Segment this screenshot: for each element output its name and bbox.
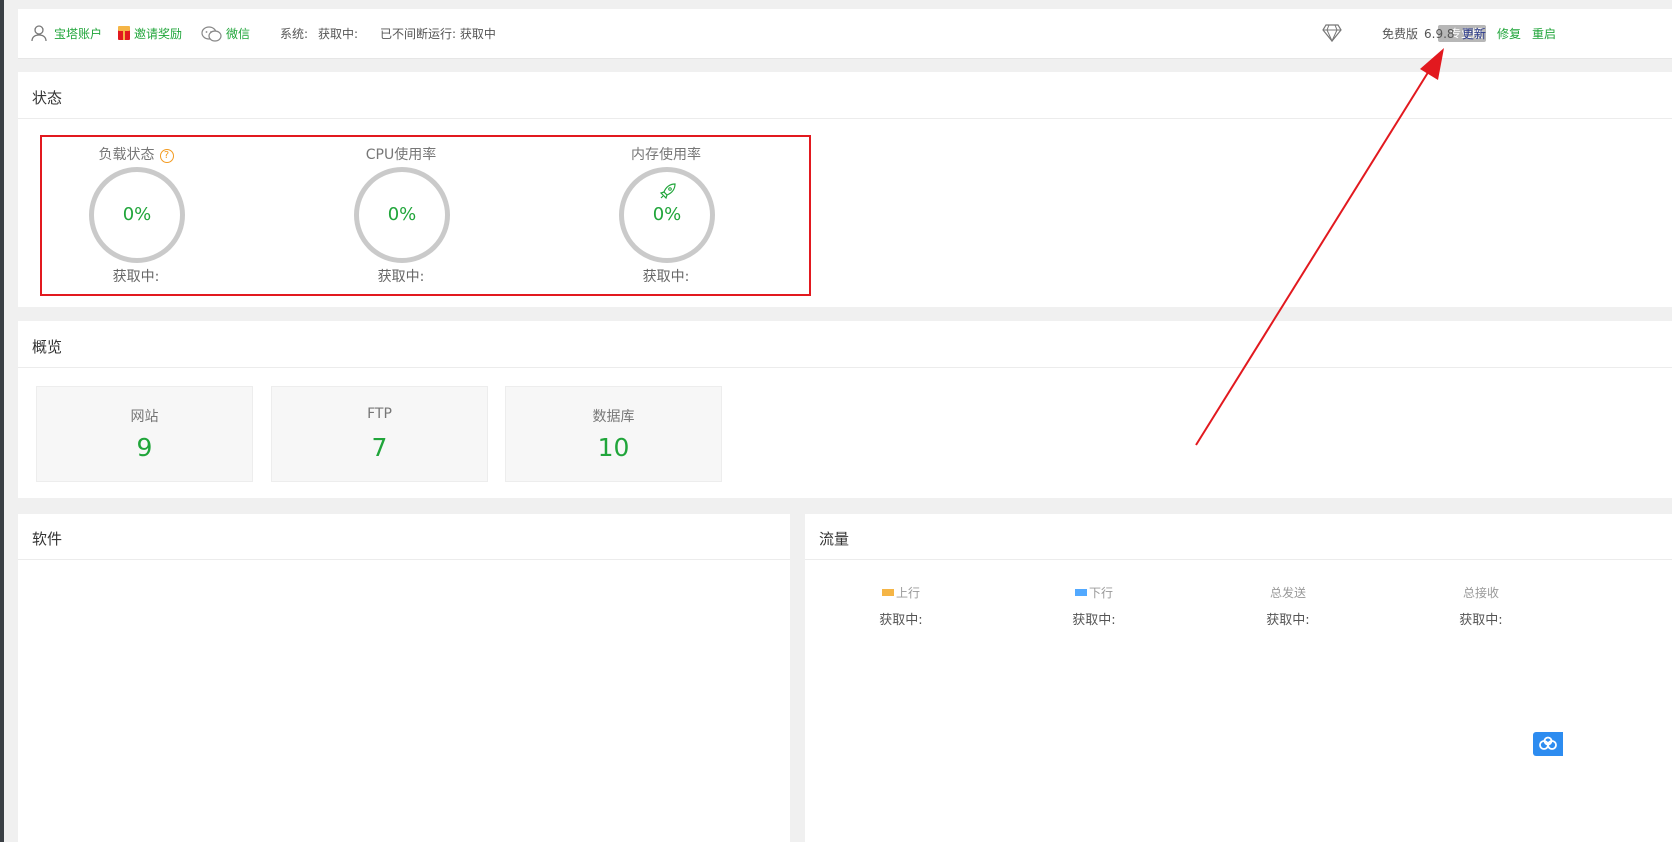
annotation-arrow: [1195, 48, 1444, 446]
